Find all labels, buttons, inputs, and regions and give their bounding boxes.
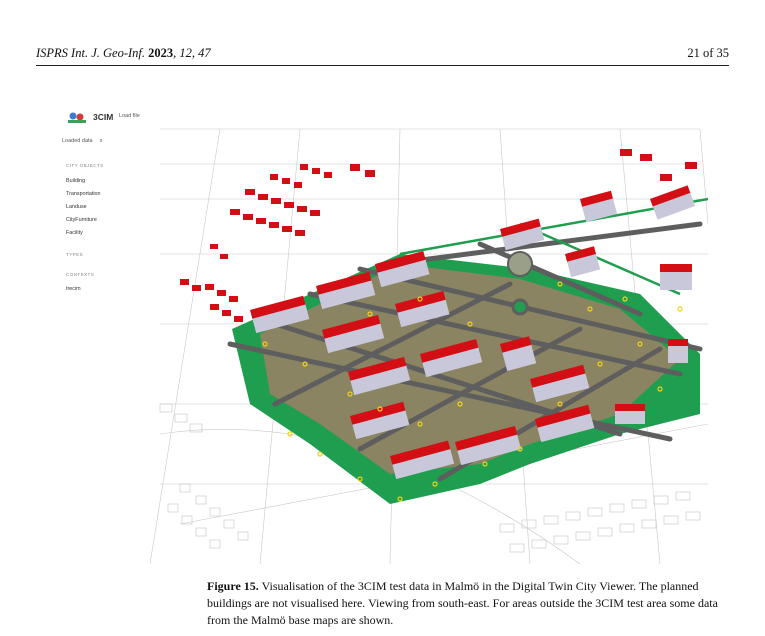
section-contexts: CONTEXTS [66, 272, 95, 277]
loaded-data-label: Loaded data [62, 138, 93, 144]
header-rule [36, 65, 729, 66]
page-number: 21 of 35 [687, 45, 729, 60]
sidebar-item-cityfurniture[interactable]: CityFurniture [66, 217, 97, 223]
plaza-circle [507, 251, 533, 277]
loaded-data-row: Loaded data x [62, 138, 102, 144]
section-city-objects: CITY OBJECTS [66, 163, 104, 168]
journal-name: ISPRS Int. J. Geo-Inf. [36, 45, 145, 60]
app-name: 3CIM [93, 112, 114, 122]
caption-text: Visualisation of the 3CIM test data in M… [207, 579, 718, 627]
sidebar-item-transportation[interactable]: Transportation [66, 191, 101, 197]
journal-citation: ISPRS Int. J. Geo-Inf. 2023, 12, 47 [36, 46, 211, 61]
logo-icon [68, 112, 86, 123]
sidebar-item-facility[interactable]: Facility [66, 230, 83, 236]
figure-screenshot: 3CIM Load file Loaded data x CITY OBJECTS… [60, 104, 708, 564]
running-head: ISPRS Int. J. Geo-Inf. 2023, 12, 47 21 o… [36, 43, 729, 63]
journal-volume: , 12, 47 [173, 45, 211, 60]
load-file-button[interactable]: Load file [119, 113, 140, 119]
caption-label: Figure 15. [207, 579, 259, 593]
section-types: TYPES [66, 252, 84, 257]
roundabout [511, 298, 529, 316]
figure-caption: Figure 15. Visualisation of the 3CIM tes… [207, 578, 730, 629]
close-icon[interactable]: x [100, 138, 103, 144]
sidebar-item-trecim[interactable]: trecim [66, 286, 81, 292]
journal-year: 2023 [148, 45, 174, 60]
sidebar-item-landuse[interactable]: Landuse [66, 204, 87, 210]
sidebar-item-building[interactable]: Building [66, 178, 85, 184]
viewer-sidebar: 3CIM Load file Loaded data x CITY OBJECTS… [60, 104, 220, 564]
